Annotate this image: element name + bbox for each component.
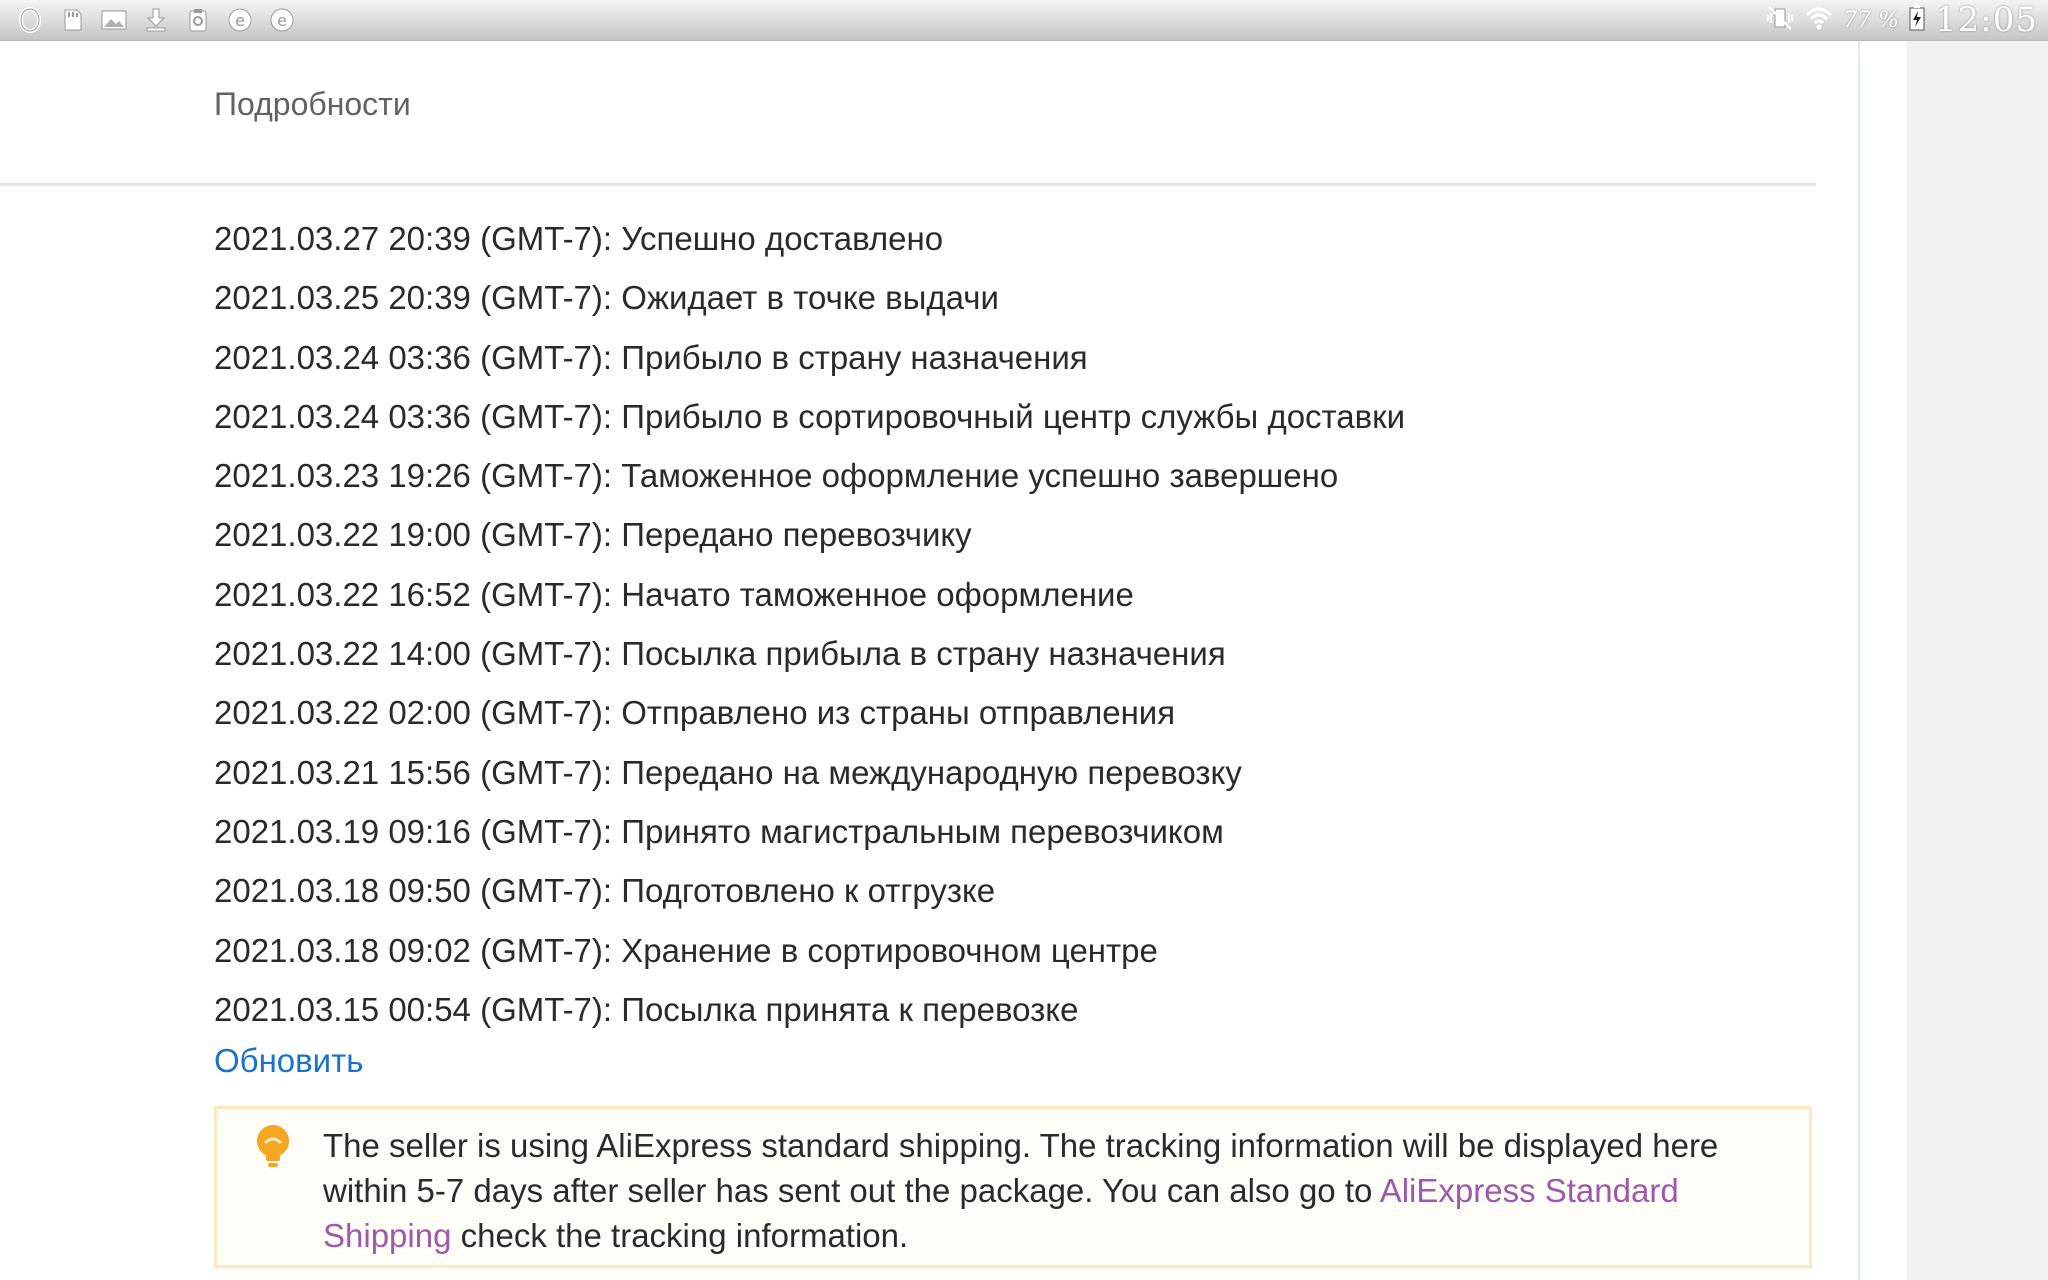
event-status: Передано на международную перевозку — [621, 753, 1242, 791]
tracking-event-row: 2021.03.27 20:39 (GMT-7): Успешно достав… — [214, 214, 1405, 273]
event-status: Посылка принята к перевозке — [621, 990, 1079, 1028]
svg-text:e: e — [235, 11, 245, 30]
page-gutter — [1860, 41, 1906, 1280]
tracking-events-list: 2021.03.27 20:39 (GMT-7): Успешно достав… — [214, 214, 1405, 1044]
event-time: 2021.03.22 02:00 (GMT-7): — [214, 694, 613, 732]
tracking-event-row: 2021.03.24 03:36 (GMT-7): Прибыло в стра… — [214, 333, 1405, 392]
tracking-event-row: 2021.03.22 16:52 (GMT-7): Начато таможен… — [214, 570, 1405, 629]
event-time: 2021.03.22 14:00 (GMT-7): — [214, 635, 613, 673]
side-panel — [1906, 41, 2048, 1280]
event-time: 2021.03.22 19:00 (GMT-7): — [214, 516, 613, 554]
tracking-event-row: 2021.03.24 03:36 (GMT-7): Прибыло в сорт… — [214, 392, 1405, 451]
event-time: 2021.03.24 03:36 (GMT-7): — [214, 397, 613, 435]
event-status: Подготовлено к отгрузке — [621, 872, 996, 910]
clipboard-icon — [184, 6, 212, 34]
lightbulb-icon — [251, 1123, 295, 1171]
event-status: Ожидает в точке выдачи — [621, 279, 999, 317]
event-status: Хранение в сортировочном центре — [621, 931, 1158, 969]
image-icon — [100, 6, 128, 34]
notification-icons: e e — [16, 6, 296, 34]
details-title: Подробности — [214, 86, 411, 122]
notice-text: The seller is using AliExpress standard … — [323, 1123, 1793, 1258]
tracking-event-row: 2021.03.25 20:39 (GMT-7): Ожидает в точк… — [214, 273, 1405, 332]
event-status: Таможенное оформление успешно завершено — [621, 457, 1339, 495]
event-status: Принято магистральным перевозчиком — [621, 812, 1224, 850]
event-time: 2021.03.18 09:02 (GMT-7): — [214, 931, 613, 969]
notice-text-after: check the tracking information. — [451, 1217, 909, 1254]
event-status: Прибыло в страну назначения — [621, 338, 1088, 376]
tracking-event-row: 2021.03.15 00:54 (GMT-7): Посылка принят… — [214, 985, 1405, 1044]
system-status-bar: e e 77 % 12:05 — [0, 0, 2048, 41]
event-time: 2021.03.25 20:39 (GMT-7): — [214, 279, 613, 317]
event-time: 2021.03.27 20:39 (GMT-7): — [214, 220, 613, 257]
refresh-link[interactable]: Обновить — [214, 1042, 363, 1080]
divider — [0, 183, 1816, 186]
tracking-event-row: 2021.03.18 09:50 (GMT-7): Подготовлено к… — [214, 866, 1405, 925]
event-status: Посылка прибыла в страну назначения — [621, 635, 1226, 673]
event-time: 2021.03.21 15:56 (GMT-7): — [214, 753, 613, 791]
tracking-event-row: 2021.03.21 15:56 (GMT-7): Передано на ме… — [214, 748, 1405, 807]
e-browser-icon: e — [226, 6, 254, 34]
battery-percent: 77 % — [1843, 7, 1900, 33]
shipping-notice: The seller is using AliExpress standard … — [214, 1106, 1812, 1268]
tracking-event-row: 2021.03.22 02:00 (GMT-7): Отправлено из … — [214, 688, 1405, 747]
tracking-event-row: 2021.03.22 14:00 (GMT-7): Посылка прибыл… — [214, 629, 1405, 688]
event-status: Успешно доставлено — [621, 220, 944, 257]
tracking-event-row: 2021.03.22 19:00 (GMT-7): Передано перев… — [214, 510, 1405, 569]
event-time: 2021.03.19 09:16 (GMT-7): — [214, 812, 613, 850]
download-icon — [142, 6, 170, 34]
sd-card-icon — [58, 6, 86, 34]
system-indicators: 77 % 12:05 — [1765, 0, 2038, 40]
svg-text:e: e — [277, 11, 287, 30]
vibrate-icon — [1765, 5, 1795, 36]
event-time: 2021.03.22 16:52 (GMT-7): — [214, 575, 613, 613]
tracking-event-row: 2021.03.18 09:02 (GMT-7): Хранение в сор… — [214, 926, 1405, 985]
event-status: Прибыло в сортировочный центр службы дос… — [621, 397, 1406, 435]
opera-icon — [16, 6, 44, 34]
clock: 12:05 — [1935, 0, 2038, 40]
tracking-event-row: 2021.03.23 19:26 (GMT-7): Таможенное офо… — [214, 451, 1405, 510]
e-browser-icon-2: e — [268, 6, 296, 34]
tracking-event-row: 2021.03.19 09:16 (GMT-7): Принято магист… — [214, 807, 1405, 866]
event-time: 2021.03.15 00:54 (GMT-7): — [214, 990, 613, 1028]
event-time: 2021.03.24 03:36 (GMT-7): — [214, 338, 613, 376]
event-status: Передано перевозчику — [621, 516, 972, 554]
event-status: Начато таможенное оформление — [621, 575, 1134, 613]
wifi-icon — [1805, 5, 1833, 36]
event-time: 2021.03.18 09:50 (GMT-7): — [214, 872, 613, 910]
event-status: Отправлено из страны отправления — [621, 694, 1176, 732]
event-time: 2021.03.23 19:26 (GMT-7): — [214, 457, 613, 495]
battery-charging-icon — [1909, 4, 1925, 36]
